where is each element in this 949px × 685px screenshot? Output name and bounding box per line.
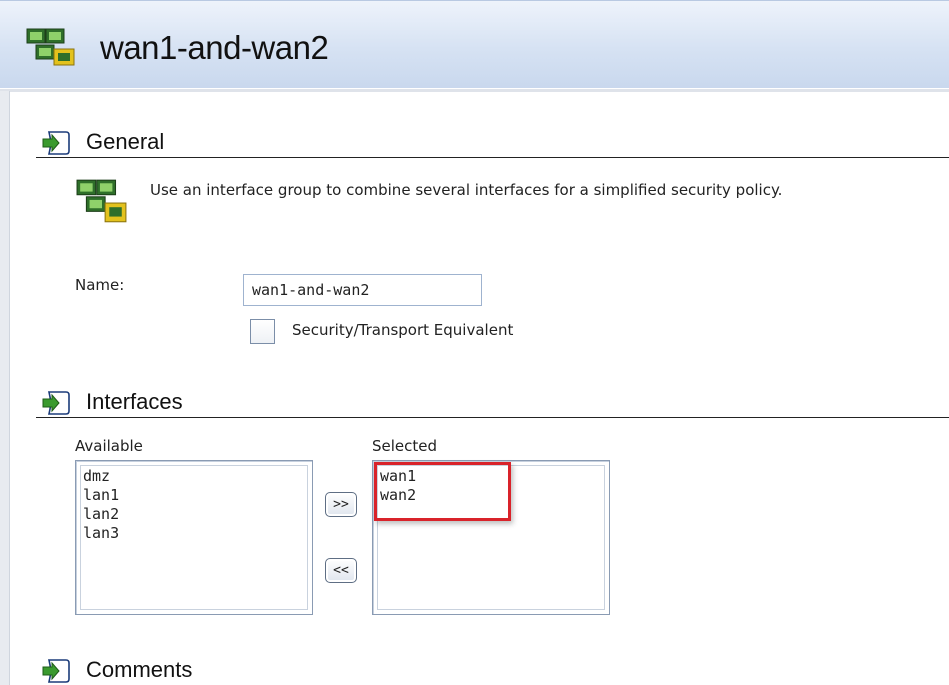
left-rail [0, 91, 10, 685]
available-item[interactable]: lan3 [78, 524, 310, 543]
security-transport-label: Security/Transport Equivalent [292, 321, 514, 339]
available-item[interactable]: lan1 [78, 486, 310, 505]
section-general[interactable]: General [36, 124, 949, 158]
interface-group-icon [76, 179, 127, 223]
security-transport-checkbox[interactable] [250, 319, 275, 344]
available-label: Available [75, 437, 143, 455]
add-interface-button[interactable]: >> [325, 492, 357, 517]
interface-group-icon [26, 28, 75, 66]
page-header: wan1-and-wan2 [0, 0, 949, 92]
selected-listbox[interactable]: wan1 wan2 [372, 460, 610, 615]
page-title: wan1-and-wan2 [100, 29, 329, 66]
available-listbox[interactable]: dmz lan1 lan2 lan3 [75, 460, 313, 615]
section-comments[interactable]: Comments [36, 652, 949, 685]
expand-arrow-icon [42, 391, 70, 415]
section-comments-label: Comments [86, 657, 193, 682]
available-item[interactable]: dmz [78, 467, 310, 486]
available-item[interactable]: lan2 [78, 505, 310, 524]
section-interfaces-label: Interfaces [86, 389, 183, 414]
selected-item[interactable]: wan2 [375, 486, 607, 505]
name-label: Name: [75, 276, 125, 294]
general-description: Use an interface group to combine severa… [150, 181, 783, 199]
name-input[interactable]: wan1-and-wan2 [243, 274, 482, 306]
expand-arrow-icon [42, 659, 70, 683]
section-interfaces[interactable]: Interfaces [36, 384, 949, 418]
remove-interface-button[interactable]: << [325, 558, 357, 583]
selected-label: Selected [372, 437, 438, 455]
selected-item[interactable]: wan1 [375, 467, 607, 486]
expand-arrow-icon [42, 131, 70, 155]
header-divider [0, 89, 949, 92]
section-general-label: General [86, 129, 165, 154]
